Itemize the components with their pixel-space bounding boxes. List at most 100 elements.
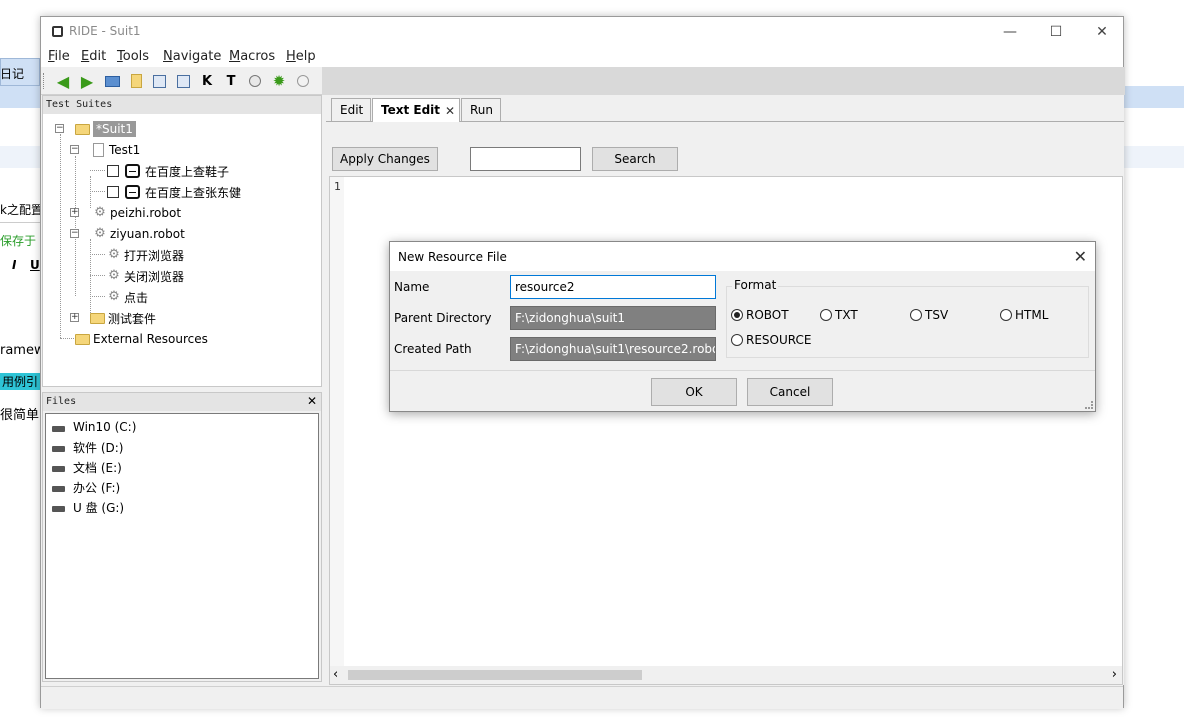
new-file-icon[interactable] (128, 73, 144, 89)
format-radio-robot[interactable]: ROBOT (731, 308, 789, 322)
tab-close-icon[interactable]: ✕ (445, 104, 455, 118)
back-arrow-icon[interactable]: ◀ (55, 72, 71, 91)
toolbar-grip (43, 73, 47, 89)
bg-snippet-1: 日记 (0, 67, 25, 81)
keyword-icon[interactable]: K (199, 73, 215, 89)
format-radio-tsv[interactable]: TSV (910, 308, 948, 322)
format-radio-resource[interactable]: RESOURCE (731, 333, 811, 347)
file-icon (93, 143, 104, 157)
menu-navigate[interactable]: Navigate (163, 49, 221, 64)
tree-node-kw2[interactable]: ⚙ 关闭浏览器 (107, 266, 184, 286)
tree-node-kw3[interactable]: ⚙ 点击 (107, 287, 148, 307)
toolbar-right-area (322, 67, 1125, 95)
format-label: Format (732, 278, 779, 292)
drive-f[interactable]: 办公 (F:) (52, 477, 120, 497)
files-close-icon[interactable]: ✕ (307, 394, 317, 408)
name-input[interactable]: resource2 (510, 275, 716, 299)
format-radio-html[interactable]: HTML (1000, 308, 1048, 322)
drive-e[interactable]: 文档 (E:) (52, 457, 122, 477)
tree-node-test1[interactable]: Test1 (93, 140, 140, 160)
save-all-icon[interactable] (175, 73, 191, 89)
expander-ziyuan[interactable]: − (70, 229, 79, 238)
files-list[interactable]: Win10 (C:) 软件 (D:) 文档 (E:) 办公 (F:) U 盘 (… (45, 413, 319, 679)
dialog-title-bar[interactable]: New Resource File ✕ (390, 242, 1095, 271)
bug-icon[interactable]: ✹ (271, 72, 287, 90)
close-button[interactable]: ✕ (1079, 17, 1125, 47)
radio-dot[interactable] (910, 309, 922, 321)
minimize-button[interactable]: — (987, 17, 1033, 47)
tree-node-testsuite[interactable]: 测试套件 (90, 308, 156, 328)
tree-line (90, 275, 105, 276)
bg-snippet-6: 很简单 (0, 408, 40, 423)
menu-help[interactable]: Help (286, 49, 316, 64)
bg-snippet-3: 保存于 2 (0, 234, 40, 248)
expander-peizhi[interactable]: + (70, 208, 79, 217)
drive-d[interactable]: 软件 (D:) (52, 437, 123, 457)
maximize-button[interactable]: ☐ (1033, 17, 1079, 47)
test-checkbox[interactable] (107, 186, 119, 198)
tab-text-edit[interactable]: Text Edit ✕ (372, 98, 460, 122)
scroll-right-icon[interactable]: › (1112, 667, 1117, 682)
bg-line (0, 222, 40, 223)
save-icon[interactable] (151, 73, 167, 89)
radio-dot[interactable] (820, 309, 832, 321)
tab-run[interactable]: Run (461, 98, 501, 121)
tree-line (90, 170, 105, 171)
tree-node-case1[interactable]: 在百度上查鞋子 (107, 161, 229, 181)
open-folder-icon[interactable] (104, 73, 120, 89)
keyword-gear-icon: ⚙ (108, 247, 120, 262)
drive-icon (52, 426, 65, 432)
menu-bar: File Edit Tools Navigate Macros Help (41, 47, 1123, 67)
drive-c[interactable]: Win10 (C:) (52, 417, 136, 437)
drive-g[interactable]: U 盘 (G:) (52, 497, 124, 517)
expander-testsuite[interactable]: + (70, 313, 79, 322)
menu-tools[interactable]: Tools (117, 49, 149, 64)
tree-node-peizhi[interactable]: ⚙ peizhi.robot (93, 203, 181, 223)
tree-node-suit1[interactable]: *Suit1 (75, 119, 136, 139)
scroll-left-icon[interactable]: ‹ (333, 667, 338, 682)
cancel-button[interactable]: Cancel (747, 378, 833, 406)
tab-edit[interactable]: Edit (331, 98, 371, 121)
run-icon[interactable] (247, 73, 263, 89)
folder-icon (90, 312, 105, 324)
tree-line (90, 239, 91, 313)
forward-arrow-icon[interactable]: ▶ (79, 72, 95, 91)
tree-node-case2[interactable]: 在百度上查张东健 (107, 182, 241, 202)
expander-suit1[interactable]: − (55, 124, 64, 133)
bg-bar (0, 86, 40, 108)
drive-icon (52, 486, 65, 492)
menu-edit[interactable]: Edit (81, 49, 106, 64)
radio-dot[interactable] (731, 309, 743, 321)
bg-band-right (1124, 146, 1184, 168)
radio-dot[interactable] (731, 334, 743, 346)
dialog-close-icon[interactable]: ✕ (1074, 247, 1087, 266)
radio-dot[interactable] (1000, 309, 1012, 321)
test-suites-panel: Test Suites − *Suit1 − Test1 在百度上查鞋子 在百度… (42, 95, 322, 387)
tree-node-label: 打开浏览器 (124, 248, 185, 263)
scroll-thumb[interactable] (348, 670, 642, 680)
bg-snippet-5: 用例引 (0, 373, 40, 390)
search-input[interactable] (470, 147, 581, 171)
menu-file[interactable]: File (48, 49, 70, 64)
ok-button[interactable]: OK (651, 378, 737, 406)
search-button[interactable]: Search (592, 147, 678, 171)
new-resource-file-dialog: New Resource File ✕ Name resource2 Paren… (389, 241, 1096, 412)
test-checkbox[interactable] (107, 165, 119, 177)
tree-node-external[interactable]: External Resources (75, 329, 208, 349)
testcase-icon[interactable]: T (223, 73, 239, 89)
bg-bar-right (1124, 86, 1184, 108)
name-label: Name (394, 280, 430, 294)
tree-node-kw1[interactable]: ⚙ 打开浏览器 (107, 245, 184, 265)
title-bar[interactable]: RIDE - Suit1 — ☐ ✕ (41, 17, 1123, 47)
resize-grip[interactable] (1085, 401, 1093, 409)
menu-macros[interactable]: Macros (229, 49, 275, 64)
stop-icon[interactable] (295, 73, 311, 89)
horizontal-scrollbar[interactable]: ‹ › (330, 666, 1122, 684)
apply-changes-button[interactable]: Apply Changes (332, 147, 438, 171)
format-radio-txt[interactable]: TXT (820, 308, 858, 322)
files-header: Files (43, 393, 321, 411)
tree-node-ziyuan[interactable]: ⚙ ziyuan.robot (93, 224, 185, 244)
tree-node-label: 在百度上查鞋子 (145, 164, 230, 179)
expander-test1[interactable]: − (70, 145, 79, 154)
tree-node-label: 在百度上查张东健 (145, 185, 242, 200)
